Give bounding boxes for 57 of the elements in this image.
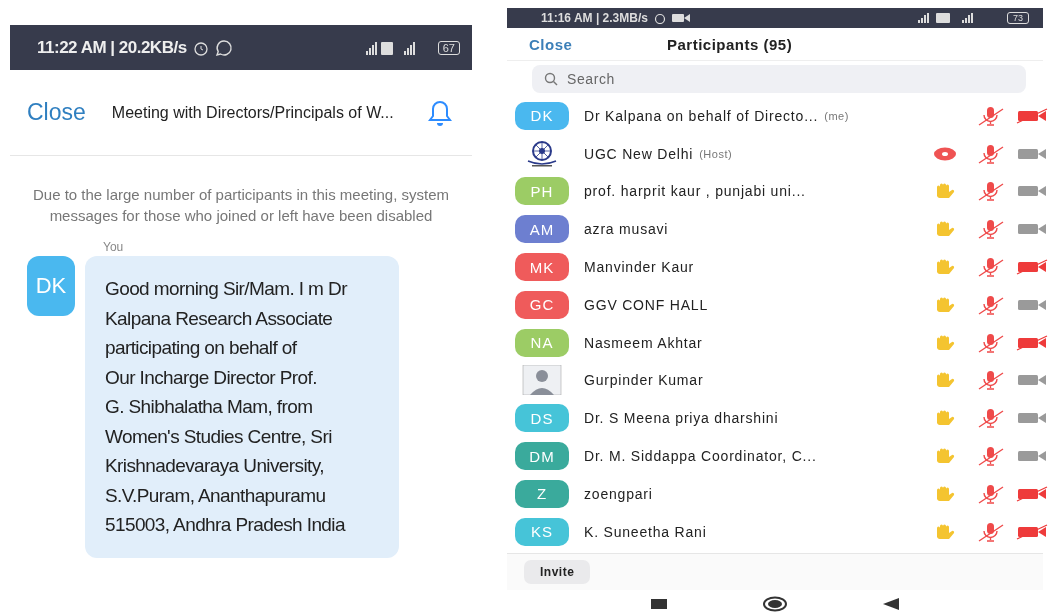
participant-name: Gurpinder Kumar <box>584 372 704 389</box>
muted-mic-icon <box>977 181 1005 202</box>
muted-mic-icon <box>977 294 1005 315</box>
participant-name: Dr. M. Siddappa Coordinator, C... <box>584 448 817 465</box>
muted-mic-icon <box>977 105 1005 126</box>
participant-name: Dr. S Meena priya dharshini <box>584 410 779 427</box>
status-time: 11:16 AM | 2.3MB/s <box>541 11 648 25</box>
participant-name: azra musavi <box>584 221 669 238</box>
close-button[interactable]: Close <box>507 35 667 53</box>
avatar: KS <box>515 517 569 546</box>
invite-button[interactable]: Invite <box>524 559 591 584</box>
participants-title: Participants (95) <box>667 35 793 53</box>
participant-name: prof. harprit kaur , punjabi uni... <box>584 183 806 200</box>
message-bubble: Good morning Sir/Mam. I m Dr Kalpana Research Associate participating on behalf of Our Incharge Director Prof. G. Shibhalatha Mam, from Women's Studies Centre, Sri Krishnadevaraya University, S.V.Puram, Ananthapuramu 515003, Andhra Pradesh India <box>85 256 399 558</box>
search-field[interactable]: Search <box>532 65 1026 93</box>
muted-mic-icon <box>977 257 1005 278</box>
system-message: Due to the large number of participants in this meeting, system messages for those who joined or left have been disabled <box>31 185 450 226</box>
battery-indicator: 67 <box>437 40 460 55</box>
muted-mic-icon <box>977 370 1005 391</box>
muted-mic-icon <box>977 483 1005 504</box>
participant-name: K. Suneetha Rani <box>584 523 707 540</box>
muted-mic-icon <box>977 143 1005 164</box>
avatar: GC <box>515 290 569 319</box>
avatar: AM <box>515 215 569 244</box>
avatar: DM <box>515 442 569 471</box>
participant-name: Manvinder Kaur <box>584 259 695 276</box>
muted-mic-icon <box>977 446 1005 467</box>
status-time: 11:22 AM | 20.2KB/s <box>37 37 187 58</box>
avatar: DS <box>515 404 569 433</box>
avatar: DK <box>27 256 75 316</box>
participant-name: UGC New Delhi <box>584 145 694 162</box>
avatar: DK <box>515 101 569 130</box>
muted-mic-icon <box>977 408 1005 429</box>
bell-icon[interactable] <box>428 98 452 127</box>
role-tag: (Host) <box>699 147 733 160</box>
avatar: Z <box>515 479 569 508</box>
muted-mic-icon <box>977 521 1005 542</box>
participant-name: Dr Kalpana on behalf of Directo... <box>584 107 819 124</box>
avatar: NA <box>515 328 569 357</box>
muted-mic-icon <box>977 219 1005 240</box>
muted-mic-icon <box>977 332 1005 353</box>
home-icon[interactable] <box>762 595 788 612</box>
sender-label: You <box>103 240 125 254</box>
search-icon <box>544 72 558 86</box>
avatar: MK <box>515 253 569 282</box>
participant-name: zoengpari <box>584 485 653 502</box>
role-tag: (me) <box>824 109 849 122</box>
close-button[interactable]: Close <box>27 99 86 126</box>
avatar: PH <box>515 177 569 206</box>
video-icon <box>671 13 690 23</box>
battery-indicator: 73 <box>1007 12 1029 24</box>
chat-bubble-icon <box>214 38 233 57</box>
recents-icon[interactable] <box>651 598 667 609</box>
participant-name: GGV CONF HALL <box>584 296 708 313</box>
meeting-title: Meeting with Directors/Principals of W... <box>111 103 395 122</box>
back-icon[interactable] <box>883 597 899 610</box>
participant-name: Nasmeem Akhtar <box>584 334 703 351</box>
